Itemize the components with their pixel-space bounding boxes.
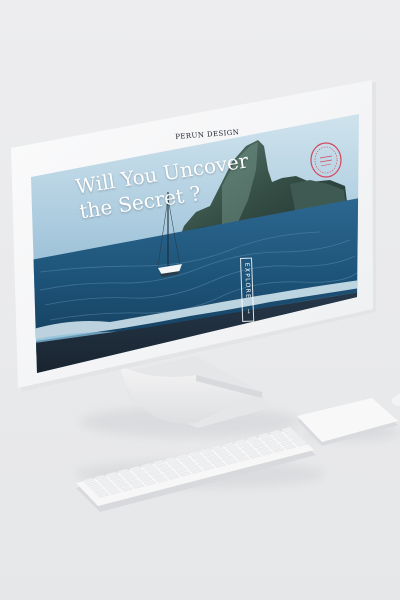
product-mockup-scene: PERUN DESIGN Will You Uncover the Secret…	[0, 0, 400, 600]
explore-label: EXPLORE	[243, 262, 252, 300]
explore-button[interactable]: EXPLORE →	[240, 257, 255, 322]
mouse	[392, 394, 400, 406]
desktop-computer-illustration	[11, 80, 400, 512]
arrow-right-icon: →	[244, 308, 252, 314]
